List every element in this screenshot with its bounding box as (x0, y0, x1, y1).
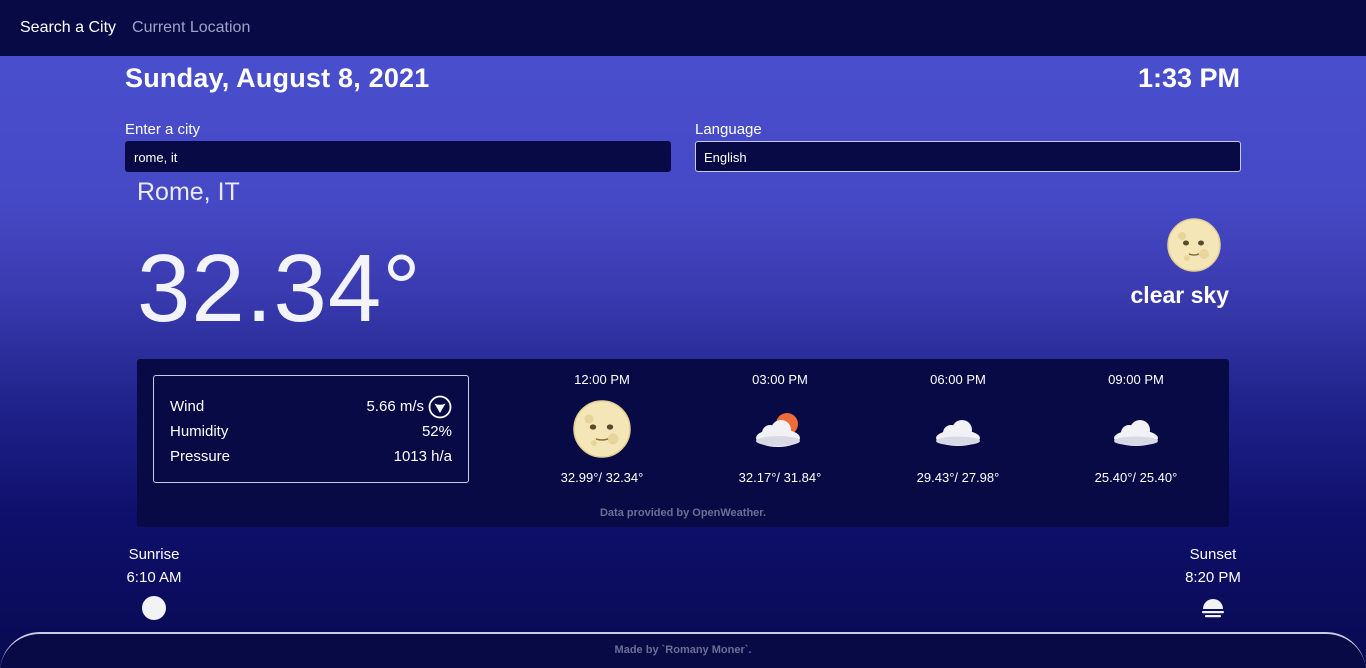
data-credit: Data provided by OpenWeather. (599, 507, 767, 519)
wind-label: Wind (170, 398, 205, 415)
forecast-range: 25.40°/ 25.40° (1094, 470, 1178, 485)
pressure-label: Pressure (170, 448, 231, 465)
sunset-icon (1202, 599, 1224, 618)
footer-text: Made by `Romany Moner`. (614, 644, 752, 656)
stats-box: Wind 5.66 m/s Humidity 52% Pressure 1013… (153, 375, 469, 483)
sunrise-label: Sunrise (128, 546, 180, 563)
pressure-row: Pressure 1013 h/a (170, 444, 452, 469)
humidity-row: Humidity 52% (170, 419, 452, 444)
language-select[interactable]: English (695, 141, 1241, 172)
full-moon-icon (573, 400, 631, 458)
footer: Made by `Romany Moner`. (0, 632, 1366, 668)
cloud-icon (1114, 420, 1158, 446)
current-temperature: 32.34° (137, 235, 422, 342)
forecast-time: 09:00 PM (1108, 372, 1164, 387)
top-nav: Search a City Current Location (0, 0, 1366, 56)
weather-description: clear sky (1130, 282, 1229, 308)
forecast-time: 03:00 PM (752, 372, 808, 387)
current-date: Sunday, August 8, 2021 (125, 63, 430, 93)
wind-value: 5.66 m/s (366, 398, 424, 415)
forecast-item: 09:00 PM 25.40°/ 25.40° (1061, 372, 1211, 485)
wind-direction-icon (428, 395, 452, 418)
humidity-value: 52% (421, 423, 452, 440)
wind-row: Wind 5.66 m/s (170, 394, 452, 419)
city-input[interactable]: rome, it (125, 141, 671, 172)
nav-search-city[interactable]: Search a City (20, 19, 116, 37)
sunrise-time: 6:10 AM (126, 569, 182, 586)
forecast-range: 32.17°/ 31.84° (738, 470, 822, 485)
forecast-item: 12:00 PM 32.99°/ 32.34° (527, 372, 677, 485)
forecast-time: 06:00 PM (930, 372, 986, 387)
city-input-label: Enter a city (125, 121, 201, 138)
sunset-label: Sunset (1189, 546, 1237, 563)
sun-behind-cloud-icon (756, 413, 800, 447)
forecast-item: 03:00 PM 32.17°/ 31.84° (705, 372, 855, 485)
language-select-label: Language (695, 121, 762, 138)
forecast-time: 12:00 PM (574, 372, 630, 387)
forecast-range: 29.43°/ 27.98° (916, 470, 1000, 485)
full-moon-icon (1167, 218, 1221, 272)
nav-current-location[interactable]: Current Location (132, 19, 250, 37)
sunset-time: 8:20 PM (1185, 569, 1241, 586)
current-time: 1:33 PM (1137, 63, 1240, 93)
sunrise-icon (142, 596, 166, 620)
city-name: Rome, IT (137, 178, 240, 206)
forecast-range: 32.99°/ 32.34° (560, 470, 644, 485)
forecast-item: 06:00 PM 29.43°/ 27.98° (883, 372, 1033, 485)
humidity-label: Humidity (170, 423, 229, 440)
pressure-value: 1013 h/a (393, 448, 452, 465)
sunrise-block: Sunrise 6:10 AM (114, 546, 194, 621)
cloud-icon (936, 420, 980, 446)
details-panel: Wind 5.66 m/s Humidity 52% Pressure 1013… (137, 359, 1229, 527)
sunset-block: Sunset 8:20 PM (1173, 546, 1253, 621)
